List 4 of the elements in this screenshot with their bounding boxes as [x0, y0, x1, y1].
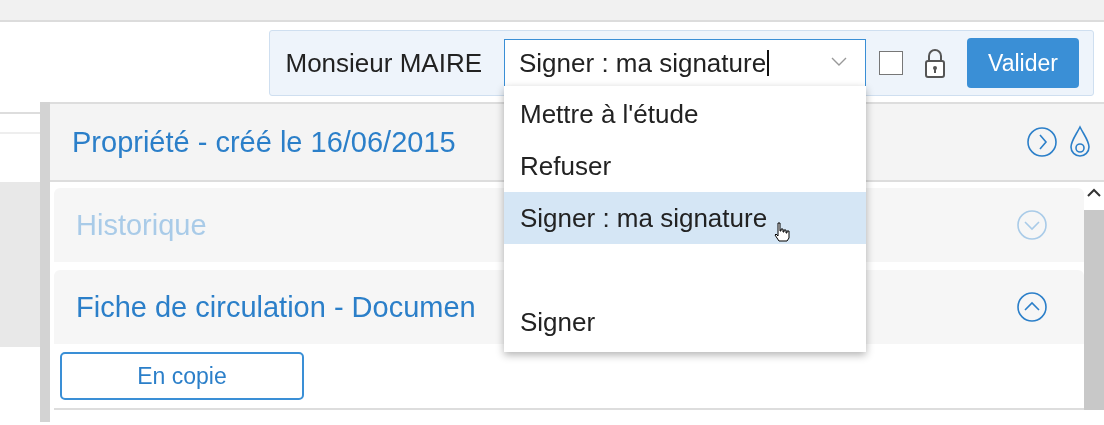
panel-title: Propriété - créé le 16/06/2015 — [72, 125, 456, 159]
section-title: Historique — [76, 208, 207, 242]
section-title: Fiche de circulation - Documen — [76, 290, 476, 324]
user-name: Monsieur MAIRE — [285, 47, 482, 79]
